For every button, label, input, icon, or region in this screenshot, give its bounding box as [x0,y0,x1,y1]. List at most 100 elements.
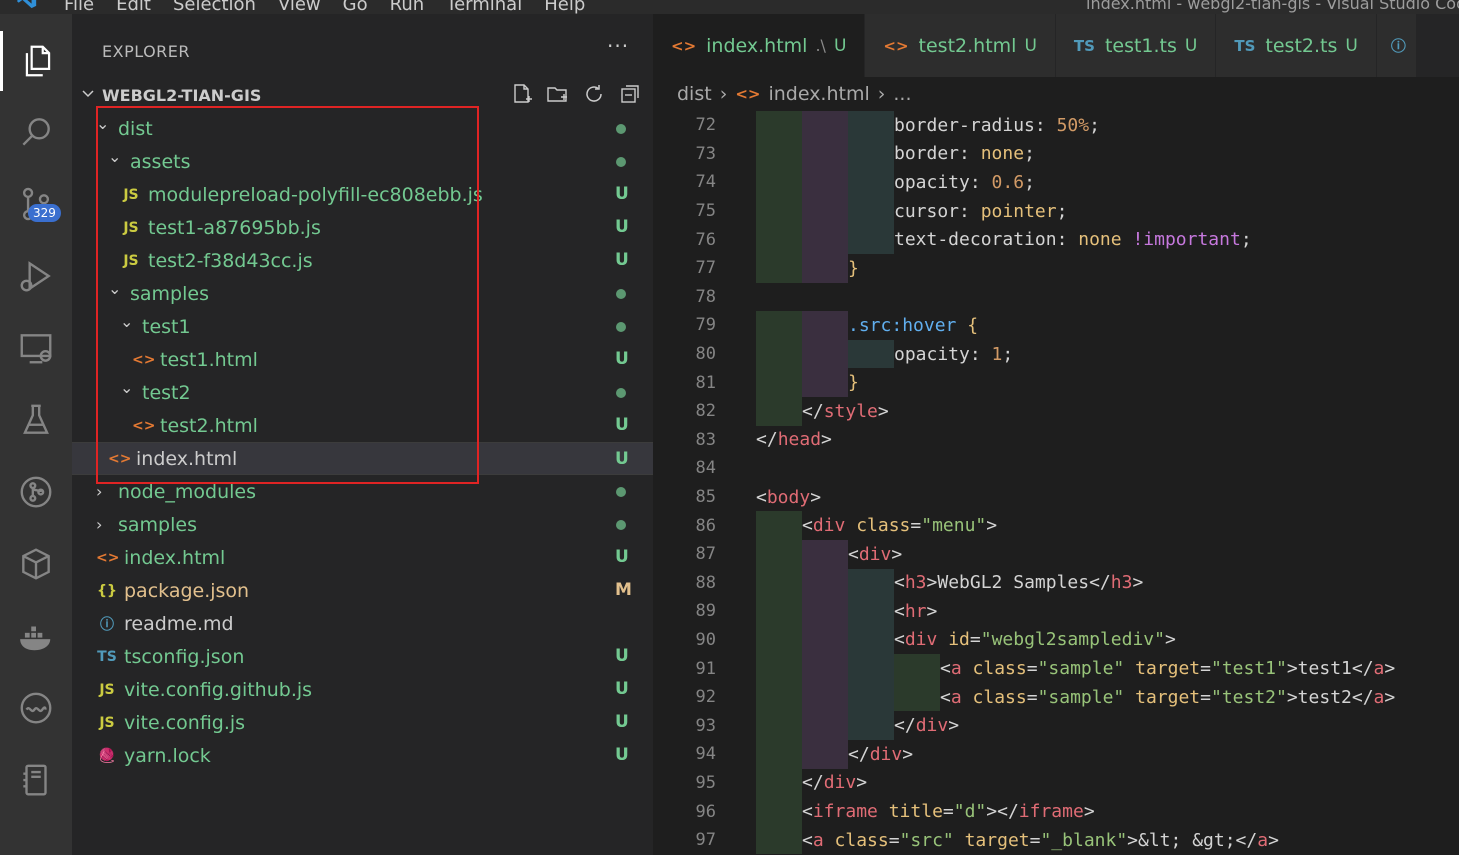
code-token: >test1</ [1286,658,1374,680]
indent-guide [756,225,802,254]
code-token: < [802,801,813,823]
notebook-icon[interactable] [0,750,72,810]
file-item[interactable]: <> test2.html U [72,409,653,442]
tab-test1-ts[interactable]: TS test1.ts U [1055,14,1217,77]
code-token: !important [1132,229,1241,251]
code-line: 90 <div id="webgl2samplediv"> [653,625,1459,655]
menu-run[interactable]: Run [390,0,425,14]
code-token: = [1200,658,1211,680]
refresh-icon[interactable] [582,82,606,106]
testing-icon[interactable] [0,390,72,450]
new-folder-icon[interactable] [546,82,570,106]
breadcrumb-tail[interactable]: ... [893,83,911,105]
file-item[interactable]: {} package.json M [72,574,653,607]
indent-guide [848,168,894,197]
file-item[interactable]: JS vite.config.js U [72,706,653,739]
code-token: </ [848,743,870,765]
code-token: : [959,200,981,222]
git-graph-icon[interactable] [0,462,72,522]
menu-edit[interactable]: Edit [116,0,151,14]
tab-test2-ts[interactable]: TS test2.ts U [1216,14,1377,77]
collapse-all-icon[interactable] [618,82,642,106]
git-status-badge: U [615,217,629,237]
file-item[interactable]: <> index.html U [72,541,653,574]
indent-guide [848,225,894,254]
code-token: > [1268,829,1279,851]
file-item[interactable]: JS modulepreload-polyfill-ec808ebb.js U [72,178,653,211]
editor-tabs: <> index.html .\ U <> test2.html U TS test1.ts U T… [653,14,1459,77]
folder-item[interactable]: › samples [72,508,653,541]
menu-file[interactable]: File [64,0,94,14]
file-item[interactable]: ⓘ readme.md [72,607,653,640]
tab-label: test1.ts [1104,34,1177,57]
file-item[interactable]: TS tsconfig.json U [72,640,653,673]
code-token: = [888,829,900,851]
code-text: } [848,258,859,279]
code-token: opacity [894,343,970,365]
breadcrumb-file[interactable]: index.html [768,83,869,105]
folder-item[interactable]: ⌄ assets [72,145,653,178]
file-item[interactable]: 🧶 yarn.lock U [72,739,653,772]
explorer-actions [510,82,642,106]
code-text: </div> [894,715,959,736]
code-token: "src" [899,829,954,851]
tab-test2-html[interactable]: <> test2.html U [865,14,1056,77]
workspace-folder-header[interactable]: WEBGL2-TIAN-GIS [72,80,653,110]
code-text: cursor: pointer; [894,201,1067,222]
title-bar: File Edit Selection View Go Run Terminal Help i… [0,0,1459,14]
folder-item[interactable]: ⌄ samples [72,277,653,310]
new-file-icon[interactable] [510,82,534,106]
line-number: 83 [695,429,716,450]
indent-guide [848,339,894,369]
menu-go[interactable]: Go [343,0,368,14]
line-number: 95 [695,772,716,793]
tab-overflow[interactable]: ⓘ [1376,14,1417,77]
file-label: dist [118,117,153,140]
file-item[interactable]: <> test1.html U [72,343,653,376]
menu-terminal[interactable]: Terminal [446,0,522,14]
tab-index-html[interactable]: <> index.html .\ U [653,14,866,77]
code-token: >&lt; &gt;</ [1127,829,1258,851]
folder-item[interactable]: ⌄ dist [72,112,653,145]
chevron-down-icon: ⌄ [108,279,122,298]
folder-item[interactable]: › node_modules [72,475,653,508]
breadcrumb-folder[interactable]: dist [677,83,712,105]
folder-item[interactable]: ⌄ test2 [72,376,653,409]
run-debug-icon[interactable] [0,246,72,306]
file-item[interactable]: <> index.html U [72,442,653,475]
git-status-badge: U [615,184,629,204]
indent-guide [756,539,802,569]
menu-view[interactable]: View [278,0,321,14]
file-item[interactable]: JS test2-f38d43cc.js U [72,244,653,277]
live-share-icon[interactable] [0,678,72,738]
code-token: } [848,372,859,394]
folder-item[interactable]: ⌄ test1 [72,310,653,343]
extensions-icon[interactable] [0,534,72,594]
git-status-badge: U [615,679,629,699]
menu-selection[interactable]: Selection [173,0,256,14]
docker-icon[interactable] [0,606,72,666]
code-token: "d" [953,801,987,823]
code-line: 80 opacity: 1; [653,339,1459,369]
code-line: 82 </style> [653,396,1459,426]
remote-explorer-icon[interactable] [0,318,72,378]
code-token: ; [1024,143,1035,165]
indent-guide [756,597,802,626]
search-icon[interactable] [0,102,72,162]
menu-help[interactable]: Help [544,0,585,14]
explorer-icon[interactable] [0,31,72,91]
code-line: 87 <div> [653,539,1459,569]
indent-guide [802,654,848,683]
code-token: a [1373,686,1385,708]
file-item[interactable]: JS test1-a87695bb.js U [72,211,653,244]
file-item[interactable]: JS vite.config.github.js U [72,673,653,706]
git-status-badge: U [615,415,629,435]
code-token: = [910,515,922,537]
source-control-icon[interactable]: 329 [0,174,72,234]
code-editor[interactable]: 72 border-radius: 50%; 73 border: none; 74 op… [653,111,1459,855]
indent-guide [756,253,802,283]
code-token: a [950,686,962,708]
more-actions-icon[interactable]: ··· [607,34,629,58]
file-label: test1-a87695bb.js [148,216,321,239]
code-token: >WebGL2 Samples</ [926,572,1111,594]
